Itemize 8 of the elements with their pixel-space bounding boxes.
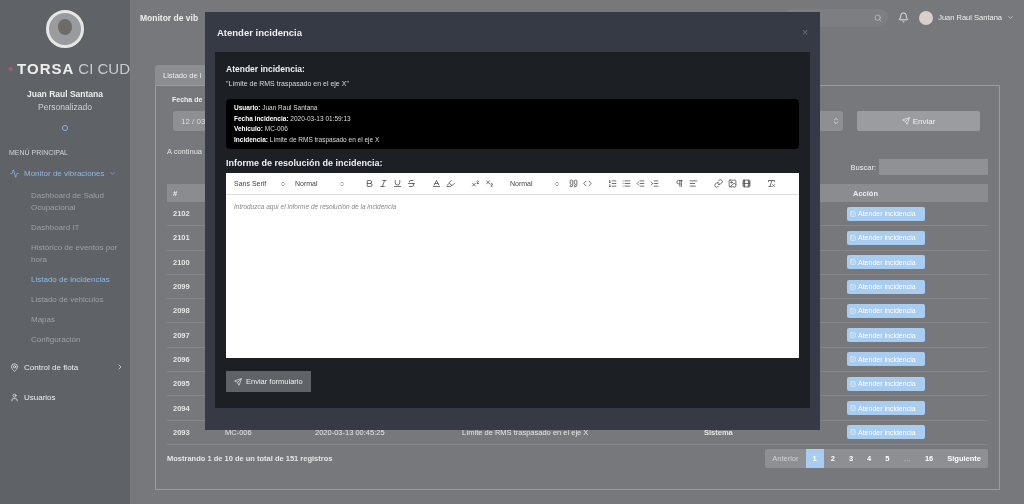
user-name: Juan Raul Santana (25, 89, 105, 99)
page-title: Monitor de vib (140, 12, 199, 23)
brand-suffix: CI CUD (78, 60, 130, 77)
brand-name: TORSA (17, 60, 75, 77)
report-heading: Informe de resolución de incidencia: (226, 158, 384, 168)
user-role: Personalizado (37, 102, 93, 112)
modal-title: Atender incidencia (217, 26, 302, 38)
incident-heading: Atender incidencia: (226, 64, 306, 74)
